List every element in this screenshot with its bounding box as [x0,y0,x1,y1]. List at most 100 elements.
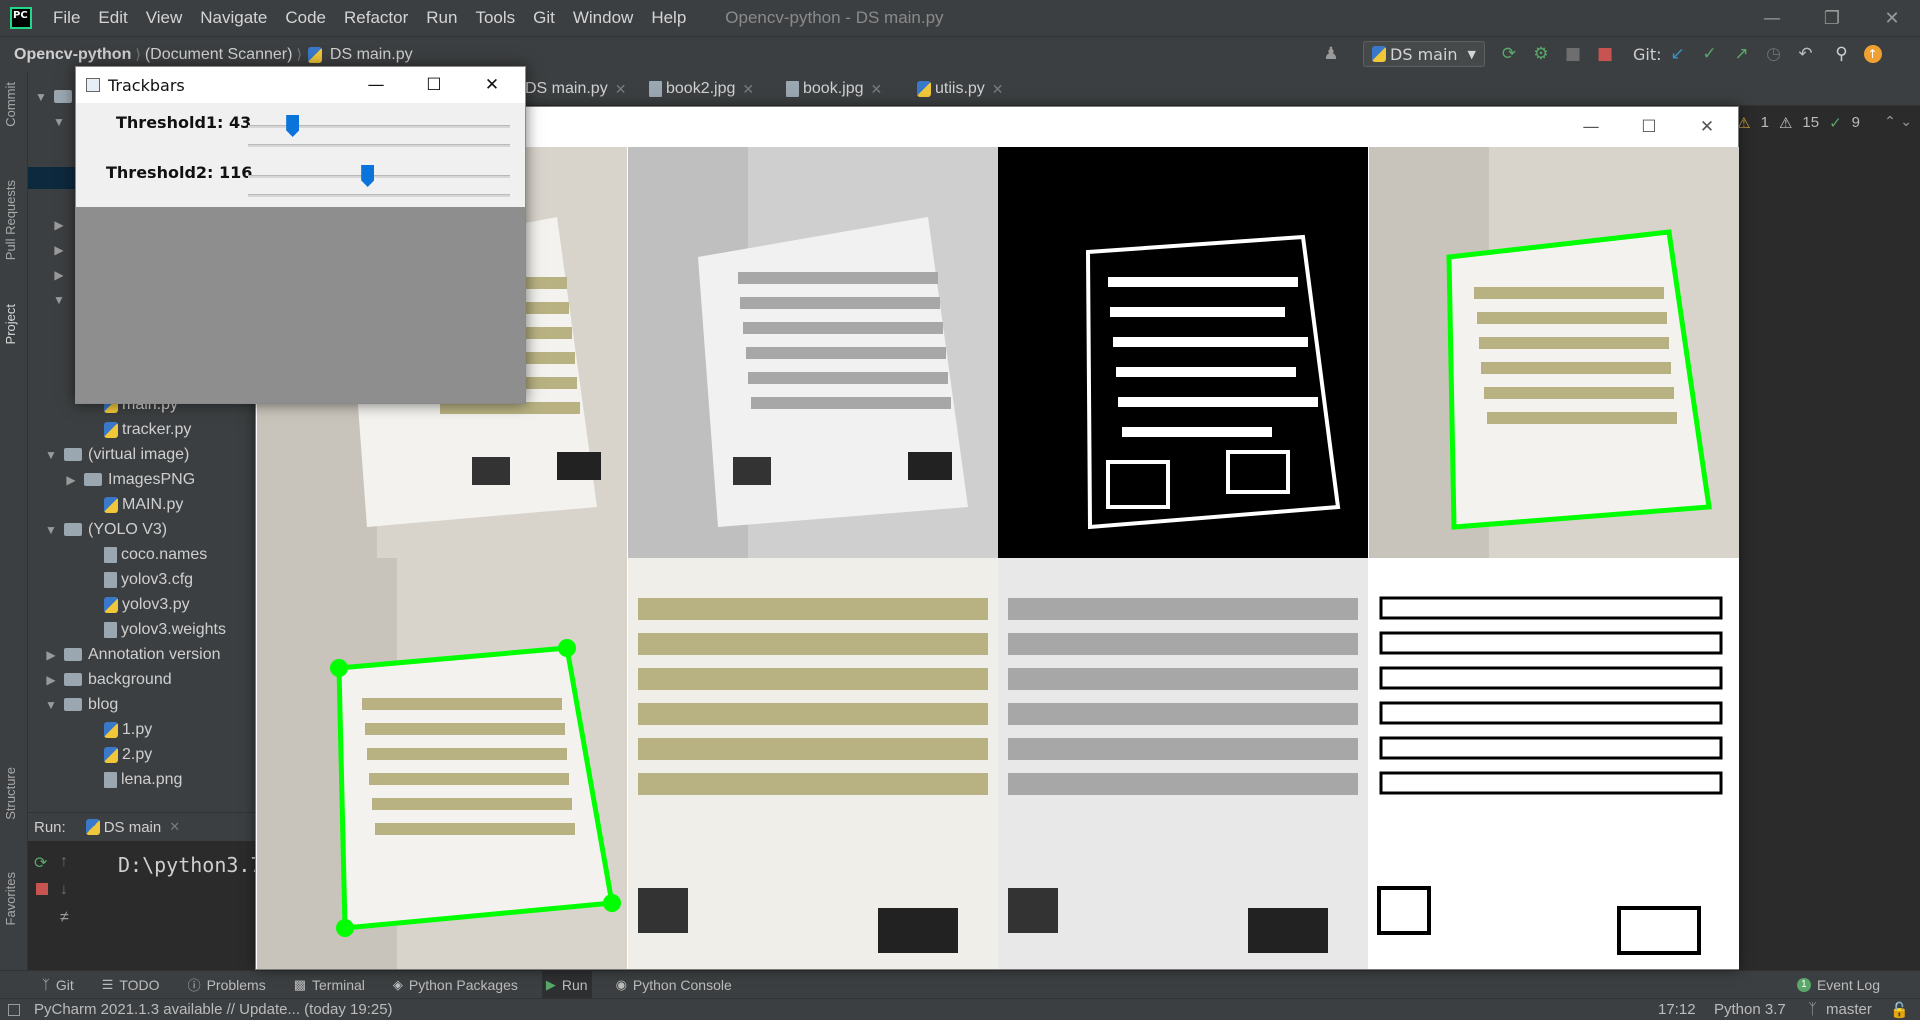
tree-folder-blog[interactable]: ▼ blog [44,692,118,717]
tab-structure[interactable]: Structure [3,767,18,820]
chevron-down-icon[interactable]: ▼ [44,698,58,712]
tree-item-coco-names[interactable]: coco.names [104,542,207,567]
minimize-icon[interactable]: — [1562,107,1620,147]
close-icon[interactable]: ✕ [1862,0,1920,36]
tree-item-yolov3-py[interactable]: yolov3.py [104,592,190,617]
rerun-icon[interactable]: ⟳ [34,853,47,873]
coverage-icon[interactable]: ■ [1563,44,1583,64]
close-tab-icon[interactable]: ✕ [742,81,754,98]
run-config-tab[interactable]: DS main [104,819,162,836]
trackbars-titlebar[interactable]: Trackbars — ☐ ✕ [76,67,525,103]
breadcrumb-project[interactable]: Opencv-python [10,46,135,64]
tree-row[interactable]: ▼ [28,109,66,134]
breadcrumb-file[interactable]: DS main.py [326,46,417,64]
tool-terminal[interactable]: ▩ Terminal [290,971,369,999]
tree-item-1-py[interactable]: 1.py [104,717,152,742]
tool-git[interactable]: ᛉ Git [38,971,78,999]
git-branch[interactable]: master [1826,1001,1872,1018]
menu-refactor[interactable]: Refactor [335,8,417,28]
menu-help[interactable]: Help [642,8,695,28]
run-configuration-select[interactable]: DS main ▼ [1363,41,1486,67]
close-icon[interactable]: ✕ [464,67,520,103]
lock-icon[interactable]: 🔓 [1890,1001,1909,1019]
breadcrumb-folder[interactable]: (Document Scanner) [141,46,297,64]
tree-folder-yolo[interactable]: ▼ (YOLO V3) [44,517,167,542]
tab-project[interactable]: Project [3,304,18,344]
tool-run[interactable]: ▶ Run [541,970,592,999]
soft-wrap-icon[interactable]: ≠ [60,909,69,927]
tree-row[interactable]: ▶ [28,212,66,237]
tool-todo[interactable]: ☰ TODO [98,971,164,999]
tab-book-jpg[interactable]: book.jpg ✕ [786,72,882,106]
menu-window[interactable]: Window [564,8,642,28]
maximize-icon[interactable]: ☐ [1620,107,1678,147]
threshold2-slider-thumb[interactable] [361,165,375,187]
tab-ds-main-py[interactable]: DS main.py ✕ [525,72,626,106]
tool-event-log[interactable]: 1 Event Log [1796,977,1880,993]
chevron-right-icon[interactable]: ▶ [44,648,58,662]
stop-icon[interactable]: ■ [1595,44,1615,64]
search-icon[interactable]: ⚲ [1832,44,1852,64]
tree-item-tracker-py[interactable]: tracker.py [104,417,191,442]
tool-python-console[interactable]: ◉ Python Console [612,971,736,999]
tree-folder-background[interactable]: ▶ background [44,667,171,692]
restore-icon[interactable]: ❐ [1802,0,1862,36]
close-tab-icon[interactable]: ✕ [992,81,1004,98]
tree-row[interactable]: ▶ [28,237,66,262]
close-tab-icon[interactable]: ✕ [615,81,627,98]
close-tab-icon[interactable]: ✕ [871,81,883,98]
menu-file[interactable]: File [44,8,89,28]
chevron-down-icon[interactable]: ▼ [44,448,58,462]
chevron-right-icon[interactable]: ▶ [64,473,78,487]
menu-view[interactable]: View [137,8,192,28]
close-icon[interactable]: ✕ [1678,107,1736,147]
inspection-nav-icons[interactable]: ⌃ ⌄ [1884,114,1912,130]
menu-navigate[interactable]: Navigate [191,8,276,28]
tree-item-main-py-2[interactable]: MAIN.py [104,492,183,517]
tab-commit[interactable]: Commit [3,82,18,127]
minimize-icon[interactable]: — [348,67,404,103]
maximize-icon[interactable]: ☐ [406,67,462,103]
menu-edit[interactable]: Edit [89,8,136,28]
user-icon[interactable]: ♟ [1321,44,1341,64]
tree-folder-annotation[interactable]: ▶ Annotation version [44,642,220,667]
tab-favorites[interactable]: Favorites [3,872,18,925]
threshold2-track[interactable] [248,175,510,178]
tree-row[interactable]: ▼ [28,84,78,109]
menu-git[interactable]: Git [524,8,564,28]
tree-folder-virtual-image[interactable]: ▼ (virtual image) [44,442,189,467]
menu-tools[interactable]: Tools [466,8,524,28]
toggle-tool-windows-icon[interactable] [8,1003,20,1016]
tab-book2-jpg[interactable]: book2.jpg ✕ [649,72,754,106]
history-icon[interactable]: ◷ [1764,44,1784,64]
threshold1-slider-thumb[interactable] [286,115,300,137]
menu-code[interactable]: Code [276,8,335,28]
debug-icon[interactable]: ⚙ [1531,44,1551,64]
git-update-icon[interactable]: ↙ [1668,44,1688,64]
tree-item-2-py[interactable]: 2.py [104,742,152,767]
caret-position[interactable]: 17:12 [1658,1001,1696,1018]
tree-row[interactable]: ▼ [28,287,66,312]
tree-row[interactable]: ▶ [28,262,66,287]
close-tab-icon[interactable]: ✕ [169,819,180,835]
tab-utiis-py[interactable]: utiis.py ✕ [917,72,1004,106]
rerun-icon[interactable]: ⟳ [1499,44,1519,64]
tool-python-packages[interactable]: ◈ Python Packages [389,971,522,999]
arrow-down-icon[interactable]: ↓ [60,881,68,899]
menu-run[interactable]: Run [417,8,466,28]
git-push-icon[interactable]: ↗ [1732,44,1752,64]
tree-item-yolov3-cfg[interactable]: yolov3.cfg [104,567,193,592]
minimize-icon[interactable]: — [1742,0,1802,36]
tab-pull-requests[interactable]: Pull Requests [3,180,18,260]
chevron-right-icon[interactable]: ▶ [44,673,58,687]
update-icon[interactable]: ↑ [1863,45,1882,63]
git-commit-icon[interactable]: ✓ [1700,44,1720,64]
rollback-icon[interactable]: ↶ [1796,44,1816,64]
inspection-widget[interactable]: ⚠ 1 ⚠ 15 ✓ 9 [1737,114,1860,132]
interpreter[interactable]: Python 3.7 [1714,1001,1786,1018]
tool-problems[interactable]: ⓘ Problems [184,971,270,999]
status-message[interactable]: PyCharm 2021.1.3 available // Update... … [34,1001,393,1018]
tree-item-lena-png[interactable]: lena.png [104,767,182,792]
arrow-up-icon[interactable]: ↑ [60,853,68,871]
stop-icon[interactable] [36,883,48,895]
